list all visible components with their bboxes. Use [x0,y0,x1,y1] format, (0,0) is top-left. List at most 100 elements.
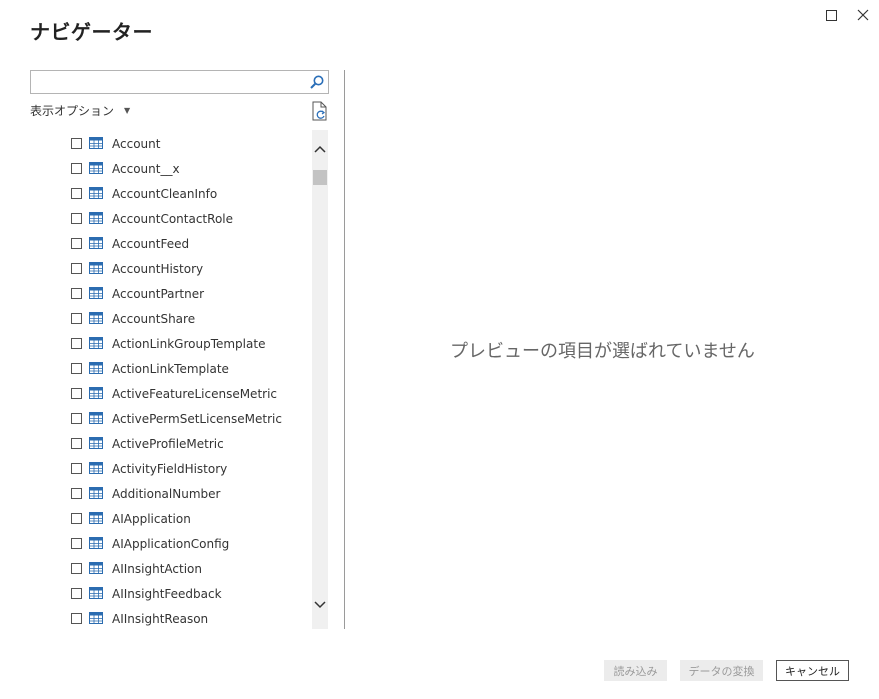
tree-item[interactable]: AIInsightAction [30,556,312,581]
display-options-dropdown[interactable]: 表示オプション ▼ [30,102,130,119]
search-box[interactable] [30,70,329,94]
item-checkbox[interactable] [71,438,82,449]
item-checkbox[interactable] [71,288,82,299]
tree-item[interactable]: AIInsightFeedback [30,581,312,606]
item-checkbox[interactable] [71,263,82,274]
dialog-title: ナビゲーター [30,20,153,44]
tree-item[interactable]: AccountShare [30,306,312,331]
tree-item[interactable]: AccountContactRole [30,206,312,231]
tree-item-label: AccountFeed [112,236,190,251]
table-icon [89,587,103,599]
tree-item-label: AccountHistory [112,261,204,276]
table-icon [89,562,103,574]
table-icon [89,512,103,524]
tree-item[interactable]: AIApplication [30,506,312,531]
maximize-icon [825,9,837,21]
tree-item-label: AIInsightAction [112,561,202,576]
chevron-up-icon [314,145,326,153]
caret-down-icon: ▼ [124,106,131,115]
tree-item-label: AccountShare [112,311,196,326]
table-icon [89,387,103,399]
item-checkbox[interactable] [71,163,82,174]
tree-item-label: ActionLinkTemplate [112,361,229,376]
chevron-down-icon [314,601,326,609]
tree-item[interactable]: ActivePermSetLicenseMetric [30,406,312,431]
search-icon[interactable] [309,74,325,90]
item-checkbox[interactable] [71,363,82,374]
tree-item[interactable]: ActiveFeatureLicenseMetric [30,381,312,406]
close-icon [857,9,869,21]
item-checkbox[interactable] [71,538,82,549]
cancel-button[interactable]: キャンセル [776,660,849,681]
close-button[interactable] [852,4,874,26]
tree-item[interactable]: Account__x [30,156,312,181]
tree-item[interactable]: ActionLinkTemplate [30,356,312,381]
pane-divider [344,70,345,629]
tree-item[interactable]: ActivityFieldHistory [30,456,312,481]
tree-item[interactable]: AdditionalNumber [30,481,312,506]
item-checkbox[interactable] [71,388,82,399]
tree-item[interactable]: AccountHistory [30,256,312,281]
table-icon [89,312,103,324]
item-checkbox[interactable] [71,238,82,249]
scroll-up-button[interactable] [312,142,328,156]
tree-item[interactable]: AccountCleanInfo [30,181,312,206]
tree-item[interactable]: AIInsightReason [30,606,312,629]
tree-item-label: AccountPartner [112,286,205,301]
table-icon [89,187,103,199]
tree-item-label: AIInsightFeedback [112,586,222,601]
table-icon [89,162,103,174]
table-icon [89,437,103,449]
tree-item[interactable]: AIApplicationConfig [30,531,312,556]
item-checkbox[interactable] [71,313,82,324]
table-icon [89,612,103,624]
scroll-down-button[interactable] [312,598,328,612]
load-button[interactable]: 読み込み [604,660,667,681]
tree-item[interactable]: AccountFeed [30,231,312,256]
tree-item-label: AccountCleanInfo [112,186,218,201]
table-icon [89,537,103,549]
tree-item-label: AIApplication [112,511,191,526]
transform-data-button[interactable]: データの変換 [680,660,763,681]
item-checkbox[interactable] [71,188,82,199]
scroll-thumb[interactable] [313,170,327,185]
item-checkbox[interactable] [71,338,82,349]
item-checkbox[interactable] [71,513,82,524]
table-icon [89,287,103,299]
item-checkbox[interactable] [71,488,82,499]
tree-item-label: Account__x [112,161,180,176]
item-checkbox[interactable] [71,588,82,599]
tree-scrollbar[interactable] [312,130,328,629]
tree-item-label: ActivePermSetLicenseMetric [112,411,282,426]
refresh-document-icon[interactable] [311,101,329,121]
tree-item[interactable]: AccountPartner [30,281,312,306]
navigator-tree[interactable]: Account Account__x AccountCleanInfo Account… [30,130,312,629]
tree-item-label: ActiveFeatureLicenseMetric [112,386,278,401]
table-icon [89,262,103,274]
search-input[interactable] [35,72,309,94]
item-checkbox[interactable] [71,463,82,474]
table-icon [89,487,103,499]
display-options-label: 表示オプション [30,104,115,118]
tree-item-label: AdditionalNumber [112,486,221,501]
table-icon [89,362,103,374]
table-icon [89,412,103,424]
tree-item-label: ActiveProfileMetric [112,436,224,451]
preview-empty-message: プレビューの項目が選ばれていません [450,341,755,362]
tree-item[interactable]: ActiveProfileMetric [30,431,312,456]
item-checkbox[interactable] [71,213,82,224]
tree-item-label: AIInsightReason [112,611,209,626]
item-checkbox[interactable] [71,613,82,624]
tree-item-label: ActivityFieldHistory [112,461,228,476]
tree-item[interactable]: ActionLinkGroupTemplate [30,331,312,356]
table-icon [89,237,103,249]
maximize-button[interactable] [820,4,842,26]
tree-item[interactable]: Account [30,131,312,156]
table-icon [89,462,103,474]
table-icon [89,212,103,224]
item-checkbox[interactable] [71,138,82,149]
item-checkbox[interactable] [71,563,82,574]
item-checkbox[interactable] [71,413,82,424]
table-icon [89,337,103,349]
table-icon [89,137,103,149]
